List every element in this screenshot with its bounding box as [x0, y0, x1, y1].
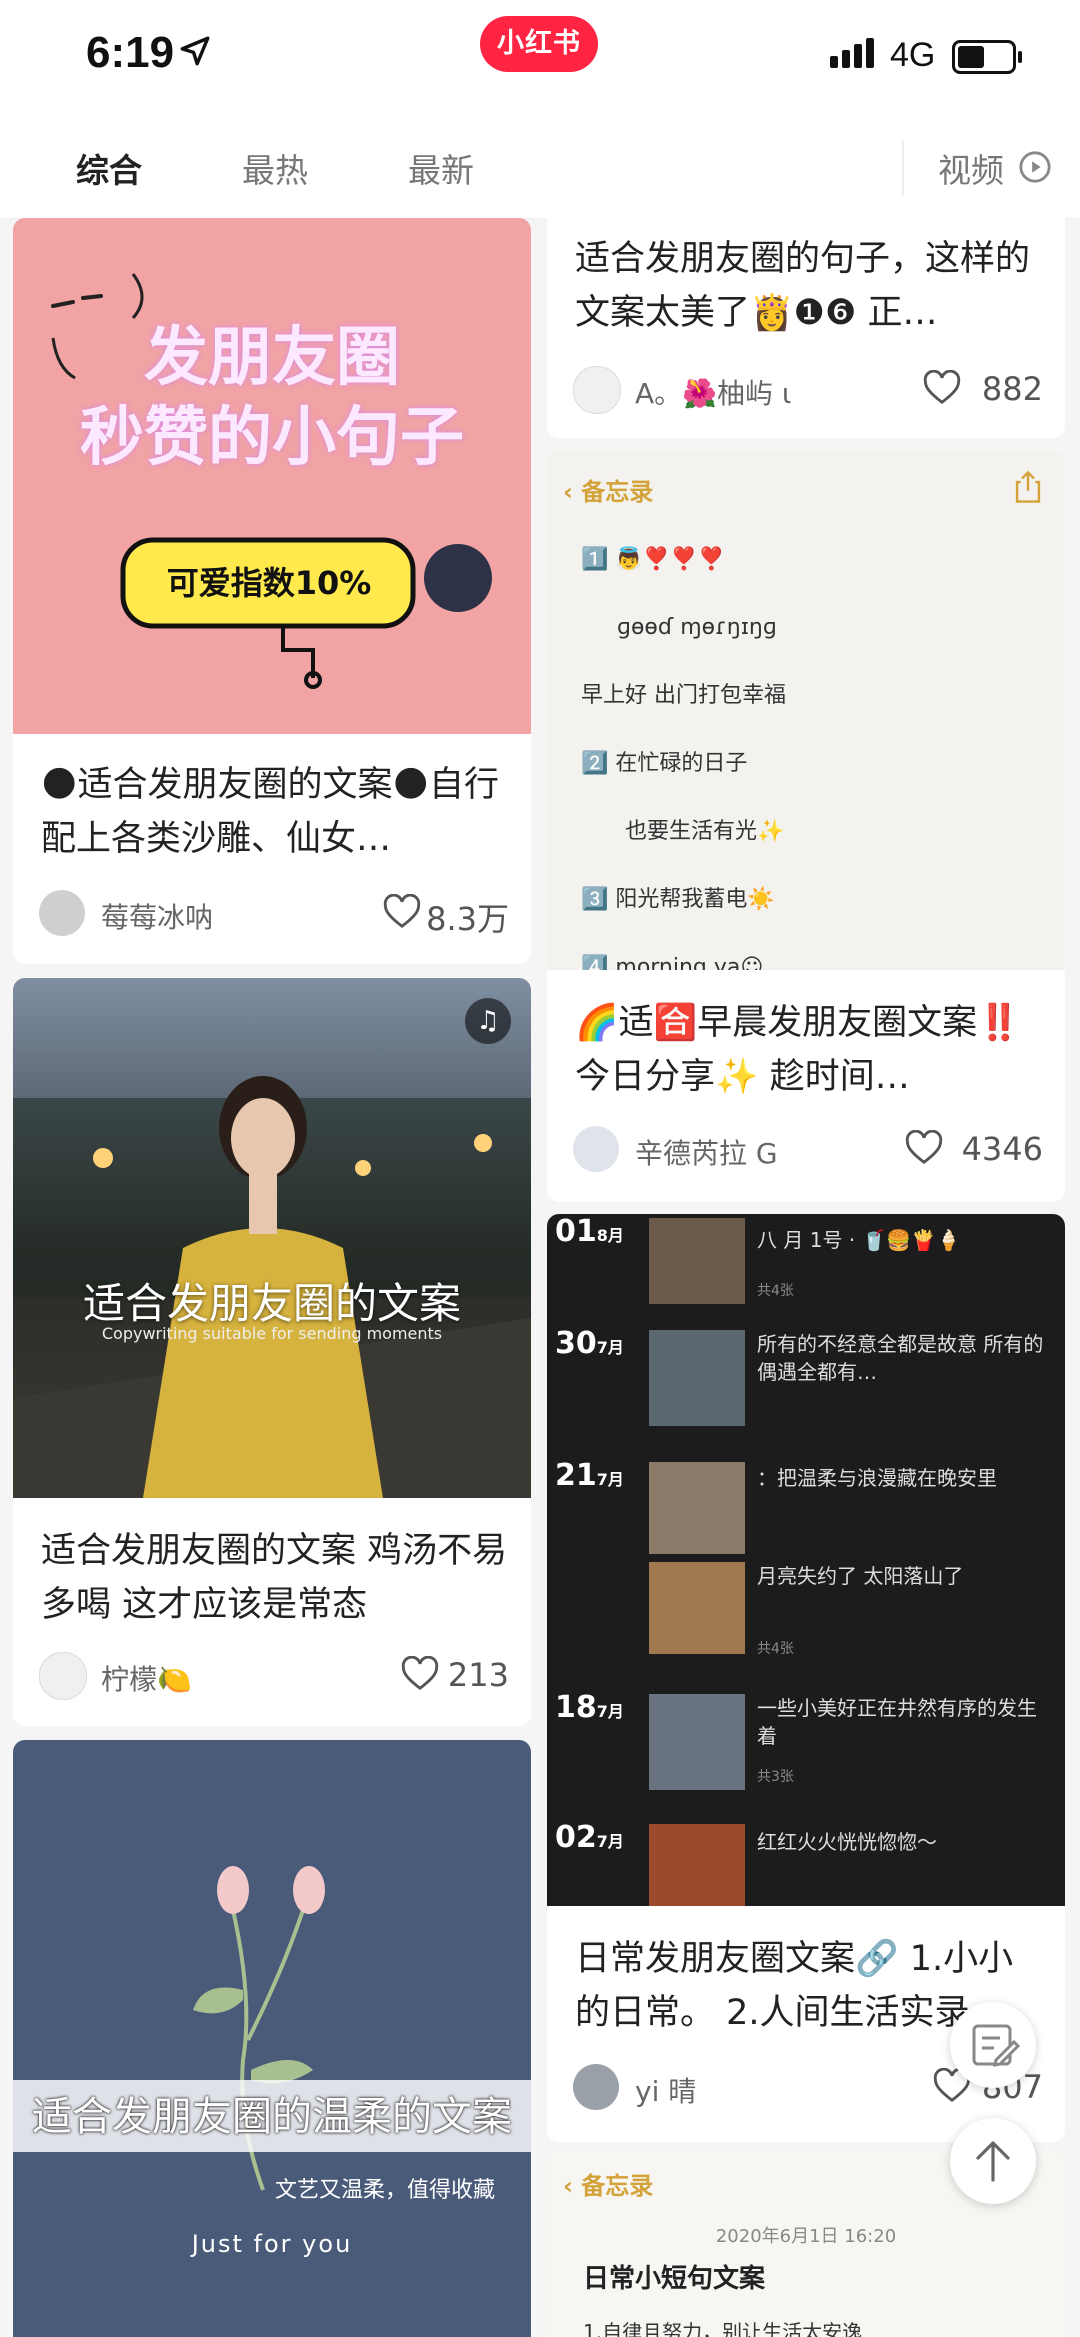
cellular-signal-icon — [830, 38, 878, 68]
avatar[interactable] — [39, 890, 85, 936]
app-logo-badge: 小红书 — [480, 16, 598, 72]
avatar[interactable] — [573, 366, 621, 414]
tab-video[interactable]: 视频 — [938, 144, 1004, 192]
note-card[interactable]: ♫ 适合发朋友圈的文案 Copywriting suitable for sen… — [13, 978, 531, 1726]
heart-icon[interactable] — [923, 370, 961, 406]
tab-divider — [902, 140, 904, 196]
share-icon — [1015, 470, 1041, 503]
music-note-icon: ♫ — [465, 998, 511, 1044]
note-title: 🌑适合发朋友圈的文案🌑自行配上各类沙雕、仙女… — [41, 765, 499, 859]
avatar[interactable] — [573, 2064, 619, 2110]
memo-line: 1.自律且努力，别让生活太安逸 — [583, 2320, 863, 2337]
note-cover-image: 018月 八 月 1号 · 🥤🍔🍟🍦 共4张 307月 所有的不经意全都是故意 … — [547, 1214, 1065, 1906]
arrow-up-icon — [976, 2141, 1010, 2182]
memo-lines: 1️⃣ 👼❣️❣️❣️ ɡɵɵɗ ɱɵɾŋɪŋɡ 早上好 出门打包幸福 2️⃣ … — [581, 547, 786, 970]
status-bar: 6:19 小红书 4G — [0, 0, 1080, 120]
play-circle-icon[interactable] — [1018, 150, 1052, 184]
note-card[interactable]: 适合发朋友圈的温柔的文案 文艺又温柔，值得收藏 Just for you — [13, 1740, 531, 2337]
note-meta: 辛德芮拉 G 4346 — [573, 1126, 1043, 1174]
tab-comprehensive[interactable]: 综合 — [76, 144, 142, 192]
cover-caption: 适合发朋友圈的温柔的文案 — [32, 2094, 512, 2140]
note-cover-image: ‹ 备忘录 1️⃣ 👼❣️❣️❣️ ɡɵɵɗ ɱɵɾŋɪŋɡ 早上好 出门打包幸… — [547, 450, 1065, 970]
author-name[interactable]: 莓莓冰呐 — [101, 896, 213, 936]
status-time: 6:19 — [86, 28, 175, 77]
tab-hottest[interactable]: 最热 — [242, 144, 308, 192]
note-meta: 莓莓冰呐 8.3万 — [39, 890, 509, 938]
note-meta: 柠檬🍋 213 — [39, 1652, 509, 1700]
author-name[interactable]: 辛德芮拉 G — [635, 1132, 778, 1172]
tab-newest[interactable]: 最新 — [408, 144, 474, 192]
note-card[interactable]: 发朋友圈 秒赞的小句子 可爱指数10% 🌑适合发朋友圈的文案🌑自行配上各类沙雕、… — [13, 218, 531, 964]
back-to-top-button[interactable] — [950, 2118, 1036, 2204]
note-card[interactable]: 适合发朋友圈的句子，这样的文案太美了👸❶❻ 正… A。🌺柚屿 ɩ 882 — [547, 218, 1065, 438]
cover-title: 发朋友圈 秒赞的小句子 — [80, 321, 464, 475]
cover-subcaption: 文艺又温柔，值得收藏 — [274, 2178, 495, 2203]
avatar[interactable] — [573, 1126, 619, 1172]
cover-photo — [13, 1076, 531, 1498]
note-title: 适合发朋友圈的句子，这样的文案太美了👸❶❻ 正… — [575, 239, 1031, 333]
note-title: 适合发朋友圈的文案 鸡汤不易多喝 这才应该是常态 — [41, 1531, 508, 1625]
like-count: 4346 — [961, 1130, 1043, 1168]
author-name[interactable]: yi 晴 — [635, 2070, 696, 2110]
like-count: 8.3万 — [426, 900, 509, 938]
memo-date: 2020年6月1日 16:20 — [715, 2226, 897, 2247]
note-cover-image: ♫ 适合发朋友圈的文案 Copywriting suitable for sen… — [13, 978, 531, 1498]
heart-icon[interactable] — [401, 1656, 439, 1692]
feed-tabs: 综合 最热 最新 视频 — [0, 120, 1080, 219]
note-cover-image: 适合发朋友圈的温柔的文案 文艺又温柔，值得收藏 Just for you — [13, 1740, 531, 2337]
avatar[interactable] — [39, 1652, 87, 1700]
compose-button[interactable] — [950, 2002, 1036, 2088]
like-count: 213 — [447, 1656, 509, 1694]
network-type: 4G — [890, 36, 936, 74]
author-name[interactable]: A。🌺柚屿 ɩ — [635, 372, 791, 412]
cover-sticker: 可爱指数10% — [166, 564, 372, 602]
cover-caption: 适合发朋友圈的文案 — [82, 1279, 461, 1328]
author-name[interactable]: 柠檬🍋 — [101, 1658, 192, 1698]
heart-icon[interactable] — [905, 1130, 943, 1166]
memo-heading: 日常小短句文案 — [583, 2264, 766, 2294]
location-arrow-icon — [180, 36, 210, 66]
note-meta: A。🌺柚屿 ɩ 882 — [573, 366, 1043, 414]
note-title: 🌈适🈴早晨发朋友圈文案‼️ 今日分享✨ 趁时间… — [575, 1003, 1021, 1097]
battery-icon — [952, 40, 1022, 74]
like-count: 882 — [981, 370, 1043, 408]
note-cover-image: 发朋友圈 秒赞的小句子 可爱指数10% — [13, 218, 531, 734]
memo-back-link: ‹ 备忘录 — [563, 478, 654, 506]
heart-icon[interactable] — [383, 894, 421, 930]
memo-back-link: ‹ 备忘录 — [563, 2172, 654, 2200]
cover-footer: Just for you — [191, 2230, 353, 2258]
cover-subcaption: Copywriting suitable for sending moments — [101, 1324, 443, 1343]
note-card[interactable]: ‹ 备忘录 1️⃣ 👼❣️❣️❣️ ɡɵɵɗ ɱɵɾŋɪŋɡ 早上好 出门打包幸… — [547, 450, 1065, 1202]
edit-note-icon — [972, 2024, 1021, 2067]
